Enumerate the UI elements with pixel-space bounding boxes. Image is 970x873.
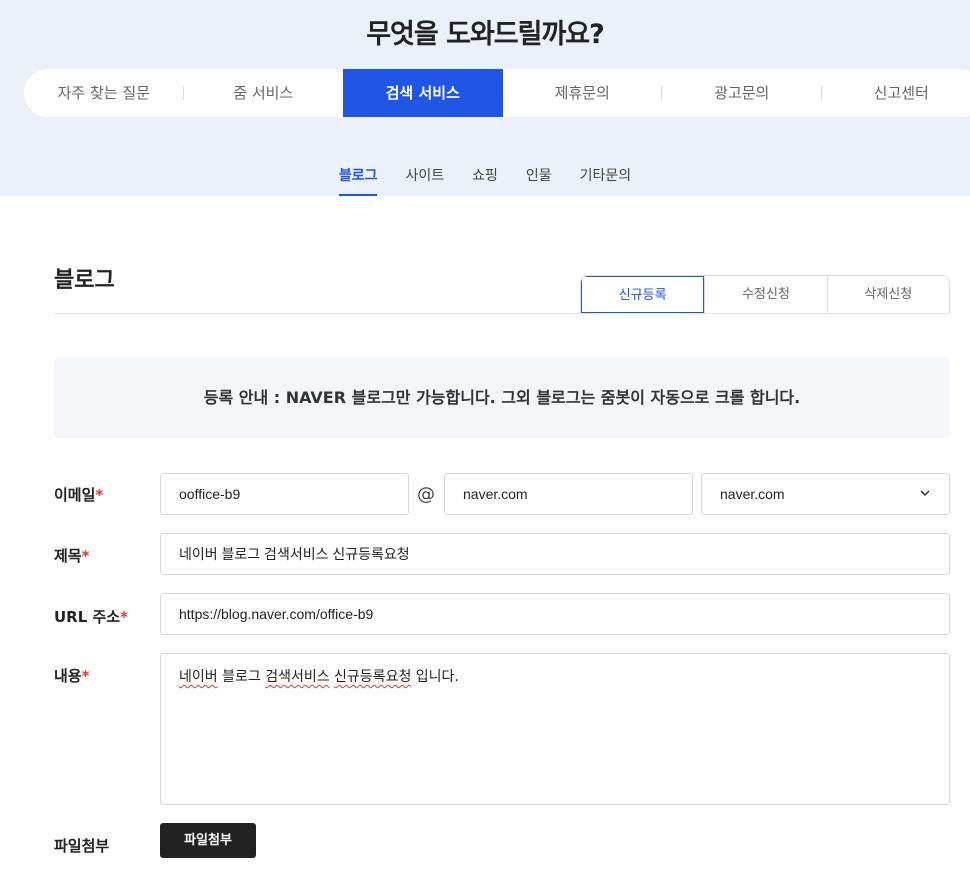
url-label: URL 주소* (54, 606, 128, 627)
header-area: 무엇을 도와드릴까요? 자주 찾는 질문 줌 서비스 검색 서비스 제휴문의 광… (0, 0, 970, 196)
sub-tab-shopping[interactable]: 쇼핑 (458, 164, 512, 196)
sub-tab-bar: 블로그 사이트 쇼핑 인물 기타문의 (0, 164, 970, 196)
section-divider (54, 313, 950, 314)
content-label-text: 내용 (54, 667, 82, 685)
sub-tab-site[interactable]: 사이트 (391, 164, 458, 196)
tab-advertising[interactable]: 광고문의 (662, 69, 822, 117)
tab-zum-service[interactable]: 줌 서비스 (184, 69, 344, 117)
file-attach-button[interactable]: 파일첨부 (160, 823, 256, 858)
required-mark: * (120, 608, 128, 626)
chevron-down-icon (920, 490, 930, 497)
url-label-text: URL 주소 (54, 608, 121, 626)
at-sign: @ (417, 484, 435, 505)
subject-label: 제목* (54, 545, 89, 566)
segment-new-registration[interactable]: 신규등록 (581, 276, 705, 313)
email-domain-input[interactable]: naver.com (444, 473, 693, 515)
tab-partnership[interactable]: 제휴문의 (503, 69, 663, 117)
sub-tab-people[interactable]: 인물 (512, 164, 566, 196)
content-word: 검색서비스 (265, 669, 330, 685)
subject-label-text: 제목 (54, 547, 82, 565)
email-local-input[interactable]: ooffice-b9 (160, 473, 409, 515)
content-word: 입니다. (415, 669, 459, 685)
main-tab-bar: 자주 찾는 질문 줌 서비스 검색 서비스 제휴문의 광고문의 신고센터 (24, 69, 970, 117)
email-domain-select-value: naver.com (720, 486, 785, 502)
segment-edit-request[interactable]: 수정신청 (704, 276, 826, 313)
attachment-label: 파일첨부 (54, 837, 110, 855)
url-input[interactable]: https://blog.naver.com/office-b9 (160, 593, 950, 635)
registration-notice: 등록 안내 : NAVER 블로그만 가능합니다. 그외 블로그는 줌봇이 자동… (54, 358, 950, 438)
sub-tab-blog[interactable]: 블로그 (325, 164, 392, 196)
section-title: 블로그 (54, 268, 115, 293)
email-domain-select[interactable]: naver.com (701, 473, 950, 515)
content-label: 내용* (54, 665, 89, 686)
required-mark: * (81, 547, 90, 565)
required-mark: * (81, 667, 90, 685)
tab-faq[interactable]: 자주 찾는 질문 (24, 69, 184, 117)
tab-report-center[interactable]: 신고센터 (822, 69, 970, 117)
email-label-text: 이메일 (54, 486, 96, 504)
segment-delete-request[interactable]: 삭제신청 (826, 276, 949, 313)
sub-tab-other[interactable]: 기타문의 (566, 164, 646, 196)
content-textarea[interactable]: 네이버 블로그 검색서비스 신규등록요청 입니다. (160, 653, 950, 805)
page-title: 무엇을 도와드릴까요? (366, 19, 605, 50)
content-word: 블로그 (222, 669, 261, 685)
required-mark: * (95, 486, 104, 504)
request-type-toggle: 신규등록 수정신청 삭제신청 (580, 275, 950, 314)
content-word: 네이버 (179, 669, 218, 685)
content-word: 신규등록요청 (334, 669, 412, 685)
subject-input[interactable]: 네이버 블로그 검색서비스 신규등록요청 (160, 533, 950, 575)
email-label: 이메일* (54, 484, 103, 505)
tab-search-service[interactable]: 검색 서비스 (343, 69, 503, 117)
